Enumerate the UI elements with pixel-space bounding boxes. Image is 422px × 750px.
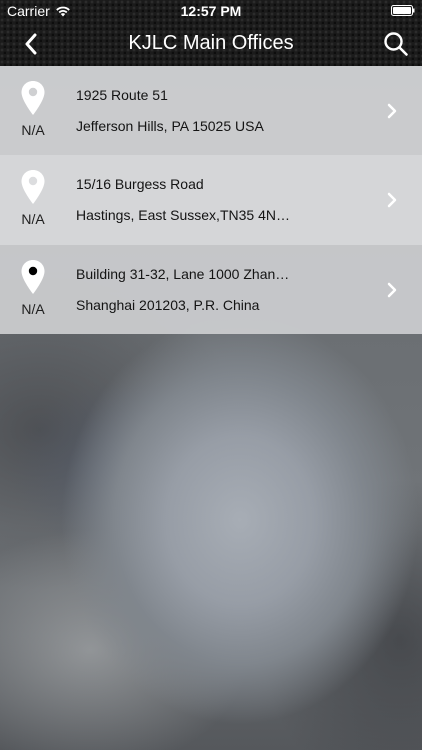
office-row[interactable]: N/A Building 31-32, Lane 1000 Zhan… Shan… — [0, 245, 422, 334]
app-screen: Carrier 12:57 PM KJLC Main Offices N/A 1… — [0, 0, 422, 750]
location-marker: N/A — [13, 80, 53, 138]
back-button[interactable] — [16, 30, 46, 58]
office-list: N/A 1925 Route 51 Jefferson Hills, PA 15… — [0, 66, 422, 334]
distance-label: N/A — [21, 301, 45, 317]
header: Carrier 12:57 PM KJLC Main Offices — [0, 0, 422, 66]
address-line-2: Hastings, East Sussex,TN35 4N… — [76, 207, 290, 223]
office-row[interactable]: N/A 1925 Route 51 Jefferson Hills, PA 15… — [0, 66, 422, 155]
map-pin-icon — [21, 260, 45, 294]
status-time: 12:57 PM — [180, 3, 242, 19]
navigation-bar: KJLC Main Offices — [0, 22, 422, 66]
location-marker: N/A — [13, 259, 53, 317]
chevron-right-icon — [387, 103, 397, 119]
map-pin-icon — [21, 170, 45, 204]
address-line-1: Building 31-32, Lane 1000 Zhan… — [76, 266, 290, 282]
search-icon — [384, 32, 408, 56]
chevron-right-icon — [387, 192, 397, 208]
chevron-left-icon — [25, 33, 37, 55]
address-line-2: Shanghai 201203, P.R. China — [76, 297, 260, 313]
address-line-1: 15/16 Burgess Road — [76, 176, 204, 192]
location-marker: N/A — [13, 169, 53, 227]
distance-label: N/A — [21, 122, 45, 138]
search-button[interactable] — [380, 28, 412, 60]
distance-label: N/A — [21, 211, 45, 227]
address-line-2: Jefferson Hills, PA 15025 USA — [76, 118, 264, 134]
chevron-right-icon — [387, 282, 397, 298]
address-line-1: 1925 Route 51 — [76, 87, 168, 103]
status-bar: Carrier 12:57 PM — [0, 0, 422, 22]
office-row[interactable]: N/A 15/16 Burgess Road Hastings, East Su… — [0, 155, 422, 245]
page-title: KJLC Main Offices — [128, 32, 294, 54]
battery-icon — [391, 5, 415, 16]
map-pin-icon — [21, 81, 45, 115]
